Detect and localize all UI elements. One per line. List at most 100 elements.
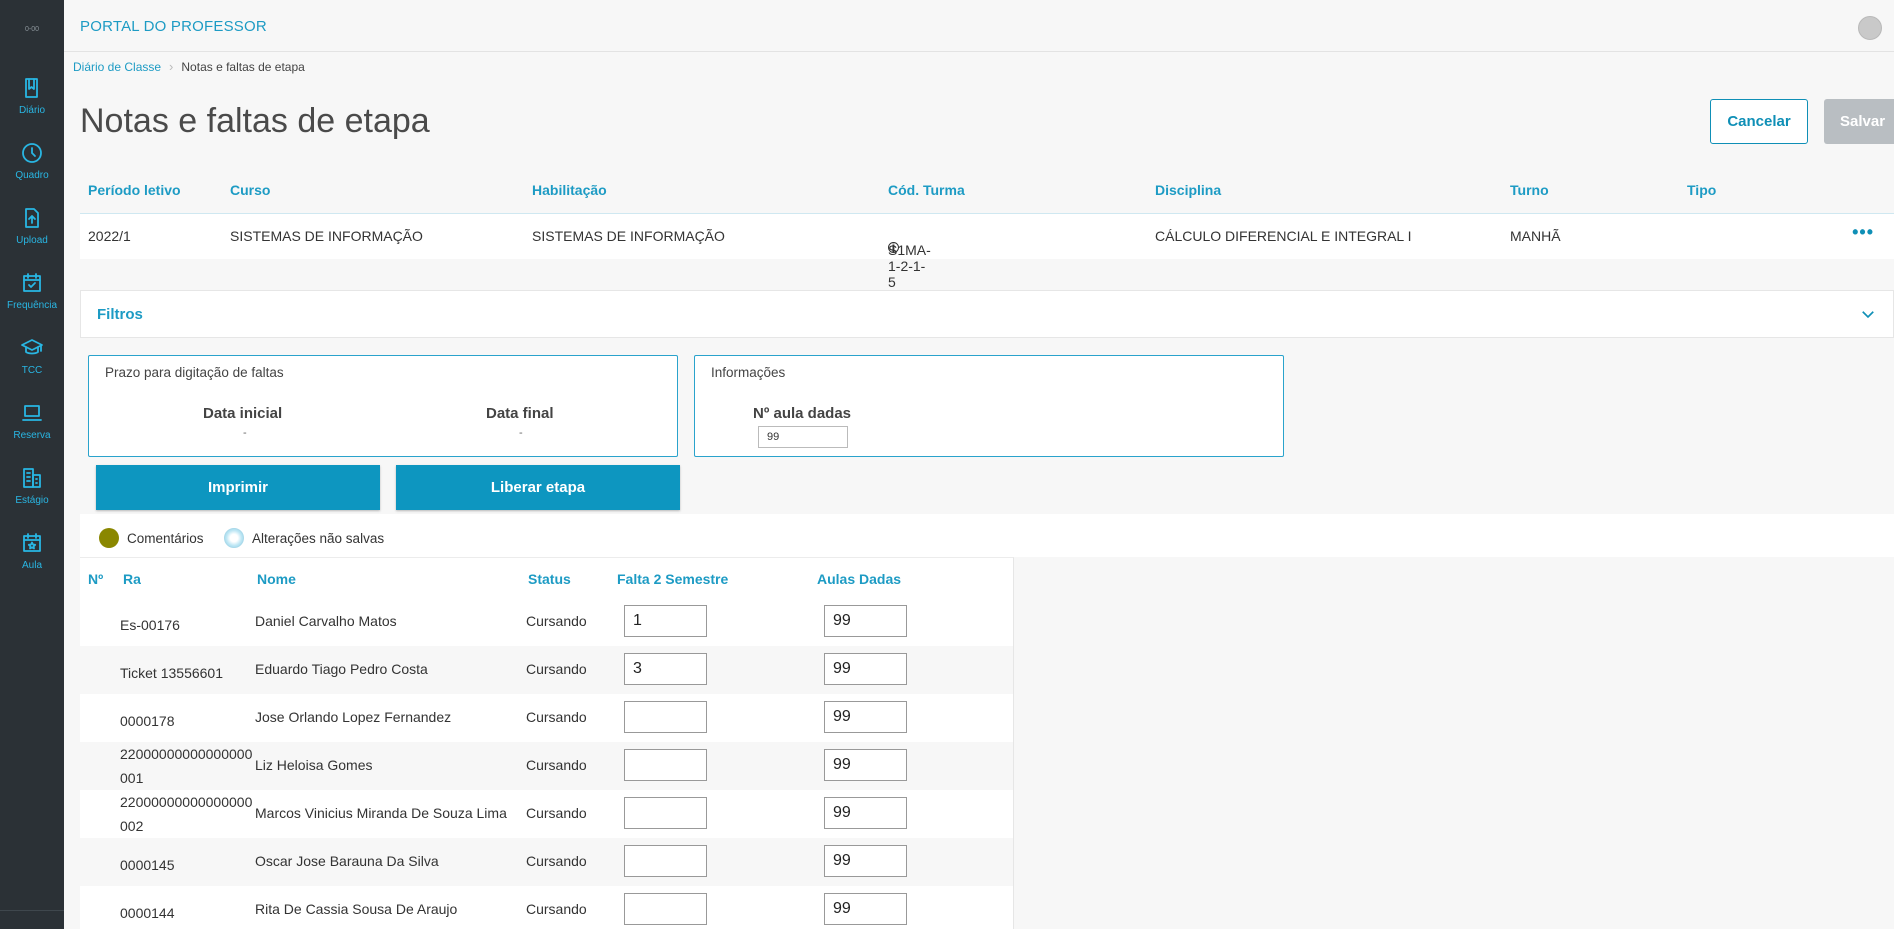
- student-name: Liz Heloisa Gomes: [255, 757, 373, 773]
- deadline-panel-title: Prazo para digitação de faltas: [105, 365, 284, 380]
- value-turno: MANHÃ: [1510, 228, 1561, 244]
- sidebar-item-label: Aula: [21, 560, 42, 571]
- student-ra: 0000145: [120, 857, 175, 873]
- table-row: Es-00176 Daniel Carvalho Matos Cursando: [80, 598, 1013, 646]
- sidebar: 0-00 Diário Quadro Upload Frequência TCC…: [0, 0, 64, 929]
- student-status: Cursando: [526, 661, 587, 677]
- student-ra: 0000144: [120, 905, 175, 921]
- header-habilitacao: Habilitação: [532, 182, 607, 198]
- legend-unsaved-label: Alterações não salvas: [252, 530, 385, 546]
- book-icon: [25, 78, 38, 98]
- start-date-value: -: [243, 427, 247, 439]
- header-turno: Turno: [1510, 182, 1549, 198]
- student-ra: 0000178: [120, 713, 175, 729]
- cancel-button[interactable]: Cancelar: [1710, 99, 1808, 144]
- calendar-check-icon: [23, 273, 41, 292]
- sidebar-item-label: Reserva: [13, 430, 51, 441]
- student-ra: 22000000000000000001: [120, 746, 253, 786]
- student-name: Daniel Carvalho Matos: [255, 613, 397, 629]
- end-date-value: -: [519, 427, 523, 439]
- classes-given-field[interactable]: [824, 701, 907, 733]
- absence-input[interactable]: [624, 653, 707, 685]
- sidebar-item-label: TCC: [21, 365, 43, 376]
- app-title: PORTAL DO PROFESSOR: [80, 18, 267, 35]
- header-num: Nº: [88, 571, 104, 587]
- table-row: 0000145 Oscar Jose Barauna Da Silva Curs…: [80, 838, 1013, 886]
- classes-given-field[interactable]: [824, 749, 907, 781]
- graduation-cap-icon: [21, 339, 43, 355]
- student-status: Cursando: [526, 709, 587, 725]
- legend: Comentários Alterações não salvas: [80, 514, 1894, 557]
- filters-panel[interactable]: Filtros: [80, 290, 1894, 338]
- student-status: Cursando: [526, 853, 587, 869]
- student-ra: Ticket 13556601: [120, 665, 223, 681]
- building-icon: [23, 468, 41, 488]
- student-name: Eduardo Tiago Pedro Costa: [255, 661, 428, 677]
- sidebar-item-label: Diário: [18, 105, 46, 116]
- header-periodo: Período letivo: [88, 182, 181, 198]
- sidebar-item-estagio[interactable]: Estágio: [0, 464, 64, 529]
- class-info-table: Período letivo Curso Habilitação Cód. Tu…: [80, 172, 1894, 290]
- release-stage-button[interactable]: Liberar etapa: [396, 465, 680, 510]
- print-button[interactable]: Imprimir: [96, 465, 380, 510]
- start-date-label: Data inicial: [203, 405, 283, 422]
- absence-input[interactable]: [624, 845, 707, 877]
- comment-dot-icon: [99, 528, 119, 548]
- classes-given-field[interactable]: [824, 605, 907, 637]
- class-info-header: Período letivo Curso Habilitação Cód. Tu…: [80, 172, 1894, 214]
- breadcrumb-separator-icon: ›: [169, 59, 174, 74]
- sidebar-item-label: Upload: [16, 235, 48, 246]
- avatar[interactable]: [1858, 16, 1882, 40]
- classes-given-field[interactable]: [824, 893, 907, 925]
- classes-given-field[interactable]: [824, 653, 907, 685]
- absence-input[interactable]: [624, 893, 707, 925]
- save-button[interactable]: Salvar: [1824, 99, 1894, 144]
- sidebar-item-upload[interactable]: Upload: [0, 204, 64, 269]
- information-panel-title: Informações: [711, 365, 786, 380]
- table-row: 22000000000000000002 Marcos Vinicius Mir…: [80, 790, 1013, 838]
- top-bar: PORTAL DO PROFESSOR: [64, 3, 1894, 52]
- sidebar-logo: 0-00: [24, 26, 39, 33]
- chevron-down-icon[interactable]: [1859, 305, 1877, 323]
- absence-input[interactable]: [624, 605, 707, 637]
- more-options-icon[interactable]: •••: [1852, 222, 1874, 243]
- classes-given-field[interactable]: [824, 845, 907, 877]
- clock-icon: [22, 143, 42, 163]
- student-status: Cursando: [526, 805, 587, 821]
- sidebar-item-quadro[interactable]: Quadro: [0, 139, 64, 204]
- header-aulas: Aulas Dadas: [817, 571, 902, 587]
- student-ra: 22000000000000000002: [120, 794, 253, 834]
- table-row: 0000178 Jose Orlando Lopez Fernandez Cur…: [80, 694, 1013, 742]
- absence-input[interactable]: [624, 749, 707, 781]
- student-name: Marcos Vinicius Miranda De Souza Lima: [255, 805, 507, 821]
- students-table-header: Nº Ra Nome Status Falta 2 Semestre Aulas…: [80, 558, 1013, 598]
- breadcrumb: Diário de Classe › Notas e faltas de eta…: [73, 59, 305, 74]
- upload-file-icon: [25, 208, 39, 228]
- sidebar-item-frequencia[interactable]: Frequência: [0, 269, 64, 334]
- sidebar-item-tcc[interactable]: TCC: [0, 334, 64, 399]
- breadcrumb-current: Notas e faltas de etapa: [181, 59, 305, 74]
- absence-input[interactable]: [624, 797, 707, 829]
- value-disciplina: CÁLCULO DIFERENCIAL E INTEGRAL I: [1155, 228, 1412, 244]
- classes-given-input[interactable]: [758, 426, 848, 448]
- laptop-icon: [22, 405, 42, 421]
- header-disciplina: Disciplina: [1155, 182, 1222, 198]
- legend-comments: Comentários: [99, 528, 204, 548]
- table-row: 0000144 Rita De Cassia Sousa De Araujo C…: [80, 886, 1013, 929]
- classes-given-field[interactable]: [824, 797, 907, 829]
- student-ra: Es-00176: [120, 617, 180, 633]
- sidebar-item-reserva[interactable]: Reserva: [0, 399, 64, 464]
- filters-title: Filtros: [97, 306, 143, 323]
- header-status: Status: [528, 571, 571, 587]
- page-title: Notas e faltas de etapa: [80, 102, 430, 140]
- header-ra: Ra: [123, 571, 141, 587]
- classes-given-label: Nº aula dadas: [753, 405, 852, 422]
- legend-comments-label: Comentários: [127, 530, 204, 546]
- sidebar-item-diario[interactable]: Diário: [0, 74, 64, 139]
- absence-input[interactable]: [624, 701, 707, 733]
- calendar-star-icon: [23, 533, 41, 552]
- sidebar-item-aula[interactable]: Aula: [0, 529, 64, 594]
- breadcrumb-link-diario[interactable]: Diário de Classe: [73, 60, 161, 74]
- value-curso: SISTEMAS DE INFORMAÇÃO: [230, 228, 423, 244]
- value-periodo: 2022/1: [88, 228, 131, 244]
